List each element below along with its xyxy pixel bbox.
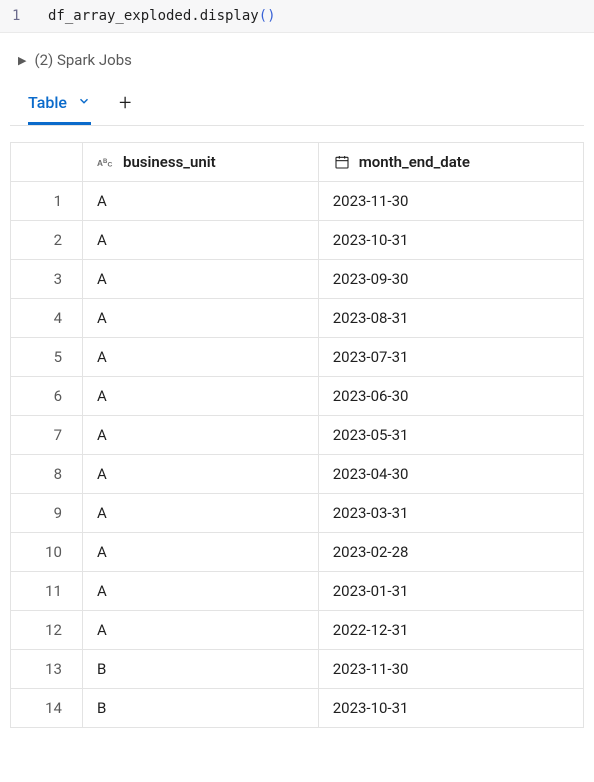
cell-month-end-date: 2023-06-30 <box>318 377 583 416</box>
cell-month-end-date: 2023-03-31 <box>318 494 583 533</box>
cell-month-end-date: 2023-02-28 <box>318 533 583 572</box>
row-number: 12 <box>11 611 83 650</box>
cell-business-unit: A <box>83 182 319 221</box>
cell-business-unit: B <box>83 689 319 728</box>
table-row[interactable]: 13B2023-11-30 <box>11 650 584 689</box>
cell-business-unit: A <box>83 455 319 494</box>
cell-business-unit: A <box>83 572 319 611</box>
code-text: df_array_exploded.display() <box>48 8 276 24</box>
cell-month-end-date: 2023-09-30 <box>318 260 583 299</box>
row-number: 11 <box>11 572 83 611</box>
table-header-row: A B C business_unit <box>11 143 584 182</box>
cell-business-unit: A <box>83 611 319 650</box>
cell-business-unit: A <box>83 299 319 338</box>
table-row[interactable]: 7A2023-05-31 <box>11 416 584 455</box>
column-name: month_end_date <box>359 153 470 171</box>
tab-table-label: Table <box>28 93 67 112</box>
svg-text:C: C <box>108 162 113 169</box>
code-line-number: 1 <box>12 8 24 24</box>
cell-month-end-date: 2022-12-31 <box>318 611 583 650</box>
row-number: 6 <box>11 377 83 416</box>
table-row[interactable]: 6A2023-06-30 <box>11 377 584 416</box>
add-tab-button[interactable]: + <box>119 91 131 126</box>
tab-bar: Table + <box>10 79 584 126</box>
table-row[interactable]: 14B2023-10-31 <box>11 689 584 728</box>
chevron-right-icon: ▶ <box>18 54 26 67</box>
code-cell[interactable]: 1 df_array_exploded.display() <box>0 0 594 33</box>
table-row[interactable]: 5A2023-07-31 <box>11 338 584 377</box>
row-number: 4 <box>11 299 83 338</box>
cell-month-end-date: 2023-11-30 <box>318 650 583 689</box>
cell-business-unit: A <box>83 416 319 455</box>
cell-business-unit: A <box>83 377 319 416</box>
row-number-header[interactable] <box>11 143 83 182</box>
row-number: 1 <box>11 182 83 221</box>
table-row[interactable]: 12A2022-12-31 <box>11 611 584 650</box>
date-type-icon <box>333 154 351 170</box>
spark-jobs-label: (2) Spark Jobs <box>34 51 131 69</box>
table-row[interactable]: 4A2023-08-31 <box>11 299 584 338</box>
tab-table[interactable]: Table <box>28 93 91 125</box>
row-number: 7 <box>11 416 83 455</box>
cell-month-end-date: 2023-01-31 <box>318 572 583 611</box>
table-row[interactable]: 8A2023-04-30 <box>11 455 584 494</box>
table-row[interactable]: 3A2023-09-30 <box>11 260 584 299</box>
spark-jobs-toggle[interactable]: ▶ (2) Spark Jobs <box>0 33 594 79</box>
cell-month-end-date: 2023-08-31 <box>318 299 583 338</box>
cell-month-end-date: 2023-07-31 <box>318 338 583 377</box>
plus-icon: + <box>119 91 131 116</box>
cell-month-end-date: 2023-04-30 <box>318 455 583 494</box>
row-number: 9 <box>11 494 83 533</box>
row-number: 10 <box>11 533 83 572</box>
row-number: 2 <box>11 221 83 260</box>
column-header-business-unit[interactable]: A B C business_unit <box>83 143 319 182</box>
row-number: 13 <box>11 650 83 689</box>
cell-business-unit: A <box>83 494 319 533</box>
row-number: 5 <box>11 338 83 377</box>
cell-business-unit: B <box>83 650 319 689</box>
cell-month-end-date: 2023-05-31 <box>318 416 583 455</box>
table-row[interactable]: 10A2023-02-28 <box>11 533 584 572</box>
row-number: 14 <box>11 689 83 728</box>
cell-month-end-date: 2023-10-31 <box>318 221 583 260</box>
code-call: df_array_exploded.display <box>48 8 259 24</box>
tab-underline <box>10 125 584 126</box>
cell-month-end-date: 2023-10-31 <box>318 689 583 728</box>
cell-business-unit: A <box>83 221 319 260</box>
table-row[interactable]: 1A2023-11-30 <box>11 182 584 221</box>
column-header-month-end-date[interactable]: month_end_date <box>318 143 583 182</box>
cell-month-end-date: 2023-11-30 <box>318 182 583 221</box>
output-area: Table + A B C business_un <box>0 79 594 738</box>
cell-business-unit: A <box>83 338 319 377</box>
table-row[interactable]: 11A2023-01-31 <box>11 572 584 611</box>
string-type-icon: A B C <box>97 154 115 170</box>
code-parens: () <box>259 8 276 24</box>
table-row[interactable]: 2A2023-10-31 <box>11 221 584 260</box>
chevron-down-icon[interactable] <box>77 93 91 112</box>
row-number: 3 <box>11 260 83 299</box>
row-number: 8 <box>11 455 83 494</box>
column-name: business_unit <box>123 153 216 171</box>
table-row[interactable]: 9A2023-03-31 <box>11 494 584 533</box>
cell-business-unit: A <box>83 533 319 572</box>
data-table: A B C business_unit <box>10 142 584 728</box>
cell-business-unit: A <box>83 260 319 299</box>
svg-text:A: A <box>97 159 103 168</box>
